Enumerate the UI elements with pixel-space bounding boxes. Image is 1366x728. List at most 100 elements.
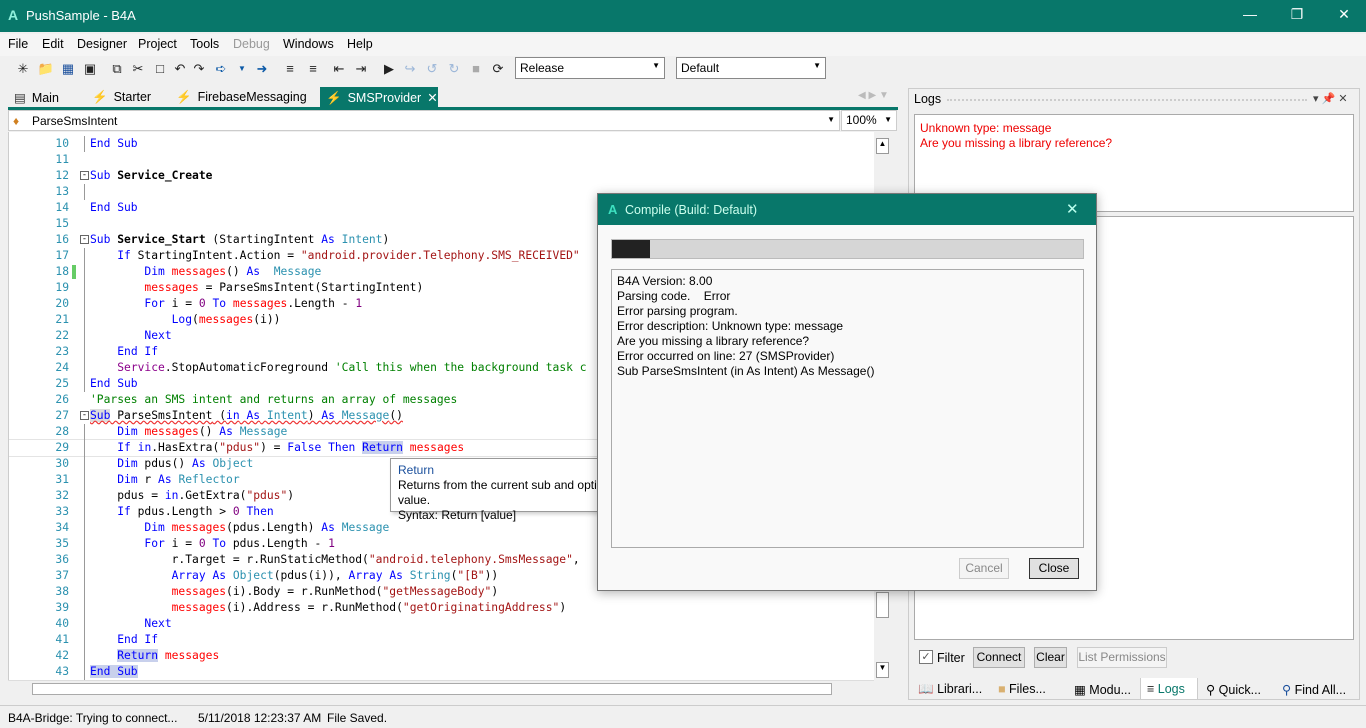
redo-icon[interactable]: ↷ <box>190 60 208 78</box>
cancel-button: Cancel <box>959 558 1009 579</box>
undo-icon[interactable]: ↶ <box>171 60 189 78</box>
code-text: 'Parses an SMS intent and returns an arr… <box>90 392 457 408</box>
new-icon[interactable]: ✳ <box>14 60 32 78</box>
maximize-icon[interactable]: ❐ <box>1287 6 1307 23</box>
cut-icon[interactable]: ✂ <box>129 60 147 78</box>
close-tab-icon[interactable]: ✕ <box>427 91 437 105</box>
code-line[interactable]: 10 End Sub <box>9 136 874 152</box>
code-token: Message <box>341 521 390 534</box>
indent-icon[interactable]: ⇥ <box>352 60 370 78</box>
step-in-icon: ↪ <box>404 61 416 76</box>
code-line[interactable]: 42 Return messages <box>9 648 874 664</box>
build-config-select[interactable]: Release ▼ <box>515 57 665 79</box>
scroll-down-icon[interactable]: ▼ <box>876 662 889 678</box>
code-token: in <box>164 489 179 502</box>
code-token: As <box>321 521 335 534</box>
chevron-down-icon: ▼ <box>884 115 892 124</box>
fold-toggle-icon[interactable]: - <box>80 411 89 420</box>
subs-dropdown[interactable]: ♦ ParseSmsIntent ▼ <box>8 110 840 131</box>
code-line[interactable]: 40 Next <box>9 616 874 632</box>
code-token: 'Call this when the background task c <box>334 361 587 374</box>
fold-toggle-icon[interactable]: - <box>80 235 89 244</box>
code-line[interactable]: 43 End Sub <box>9 664 874 680</box>
device-select[interactable]: Default ▼ <box>676 57 826 79</box>
code-token: Dim <box>144 521 165 534</box>
uncomment-icon[interactable]: ≡ <box>304 60 322 78</box>
scroll-thumb[interactable] <box>876 592 889 618</box>
code-line[interactable]: 12 - Sub Service_Create <box>9 168 874 184</box>
menu-file[interactable]: File <box>8 37 28 51</box>
connect-button[interactable]: Connect <box>973 647 1025 668</box>
menu-windows[interactable]: Windows <box>283 37 334 51</box>
menu-designer[interactable]: Designer <box>77 37 127 51</box>
clear-button[interactable]: Clear <box>1034 647 1067 668</box>
restart-icon[interactable]: ⟳ <box>489 60 507 78</box>
tab-smsprovider[interactable]: ⚡ SMSProvider ✕ <box>320 87 438 107</box>
open-icon[interactable]: 📁 <box>37 60 55 78</box>
line-number: 30 <box>55 457 69 470</box>
code-token: "pdus" <box>246 489 288 502</box>
code-token: If <box>117 249 131 262</box>
bottom-tab-modules[interactable]: ▦ Modu... <box>1068 678 1137 700</box>
menu-project[interactable]: Project <box>138 37 177 51</box>
panel-grip[interactable] <box>947 99 1307 101</box>
save-all-icon[interactable]: ▣ <box>81 60 99 78</box>
close-button[interactable]: Close <box>1029 558 1079 579</box>
minimize-icon[interactable]: — <box>1240 6 1260 22</box>
tab-firebasemessaging[interactable]: ⚡ FirebaseMessaging <box>170 87 313 107</box>
forward-icon[interactable]: ➜ <box>253 60 271 78</box>
close-icon[interactable]: ✕ <box>1334 6 1354 23</box>
code-token: Then <box>246 505 274 518</box>
code-text: r.Target = r.RunStaticMethod("android.te… <box>90 552 580 568</box>
bottom-tab-logs[interactable]: ≡ Logs <box>1140 678 1198 700</box>
scroll-up-icon[interactable]: ▲ <box>876 138 889 154</box>
filter-checkbox[interactable]: ✓ <box>919 650 933 664</box>
tab-scroll-icon[interactable]: ◀ ▶ ▼ <box>858 90 889 101</box>
panel-menu-icon[interactable]: ▾ 📌 ✕ <box>1313 92 1348 105</box>
compile-output[interactable]: B4A Version: 8.00 Parsing code. Error Er… <box>611 269 1084 548</box>
menu-edit[interactable]: Edit <box>42 37 64 51</box>
zoom-select[interactable]: 100% ▼ <box>841 110 897 131</box>
back-dropdown-icon[interactable]: ▼ <box>233 60 251 78</box>
code-token: Sub <box>90 169 111 182</box>
line-number: 20 <box>55 297 69 310</box>
line-number: 21 <box>55 313 69 326</box>
save-icon[interactable]: ▦ <box>59 60 77 78</box>
copy-icon[interactable]: ⧉ <box>108 60 126 78</box>
code-line[interactable]: 39 messages(i).Address = r.RunMethod("ge… <box>9 600 874 616</box>
close-icon[interactable]: ✕ <box>1066 200 1079 218</box>
title-bar: A PushSample - B4A — ❐ ✕ <box>0 0 1366 32</box>
paste-icon[interactable]: □ <box>151 60 169 78</box>
code-token: ) <box>559 601 567 614</box>
code-line[interactable]: 41 End If <box>9 632 874 648</box>
code-token: () <box>198 425 220 438</box>
code-token: messages <box>144 281 199 294</box>
bottom-tab-quick-search[interactable]: ⚲ Quick... <box>1200 678 1267 700</box>
outdent-icon[interactable]: ⇤ <box>330 60 348 78</box>
scroll-thumb[interactable] <box>32 683 832 695</box>
fold-toggle-icon[interactable]: - <box>80 171 89 180</box>
menu-tools[interactable]: Tools <box>190 37 219 51</box>
code-token: Message <box>273 265 322 278</box>
bottom-tab-find-all[interactable]: ⚲ Find All... <box>1276 678 1352 700</box>
code-token: To <box>212 537 227 550</box>
tab-starter[interactable]: ⚡ Starter <box>86 87 157 107</box>
bottom-tab-libraries[interactable]: 📖 Librari... <box>912 678 988 700</box>
horizontal-scrollbar[interactable] <box>8 680 874 697</box>
code-text: Dim r As Reflector <box>90 472 239 488</box>
code-text: For i = 0 To messages.Length - 1 <box>90 296 362 312</box>
back-icon[interactable]: ➪ <box>212 60 230 78</box>
code-line[interactable]: 11 <box>9 152 874 168</box>
bottom-tab-files[interactable]: ■ Files... <box>992 678 1052 700</box>
list-permissions-button[interactable]: List Permissions <box>1077 647 1167 668</box>
code-token: Object <box>232 569 274 582</box>
tab-main[interactable]: ▤ Main <box>8 87 65 107</box>
run-icon[interactable]: ▶ <box>380 60 398 78</box>
comment-icon[interactable]: ≡ <box>281 60 299 78</box>
code-token: (i).Body = r.RunMethod( <box>226 585 383 598</box>
menu-help[interactable]: Help <box>347 37 373 51</box>
